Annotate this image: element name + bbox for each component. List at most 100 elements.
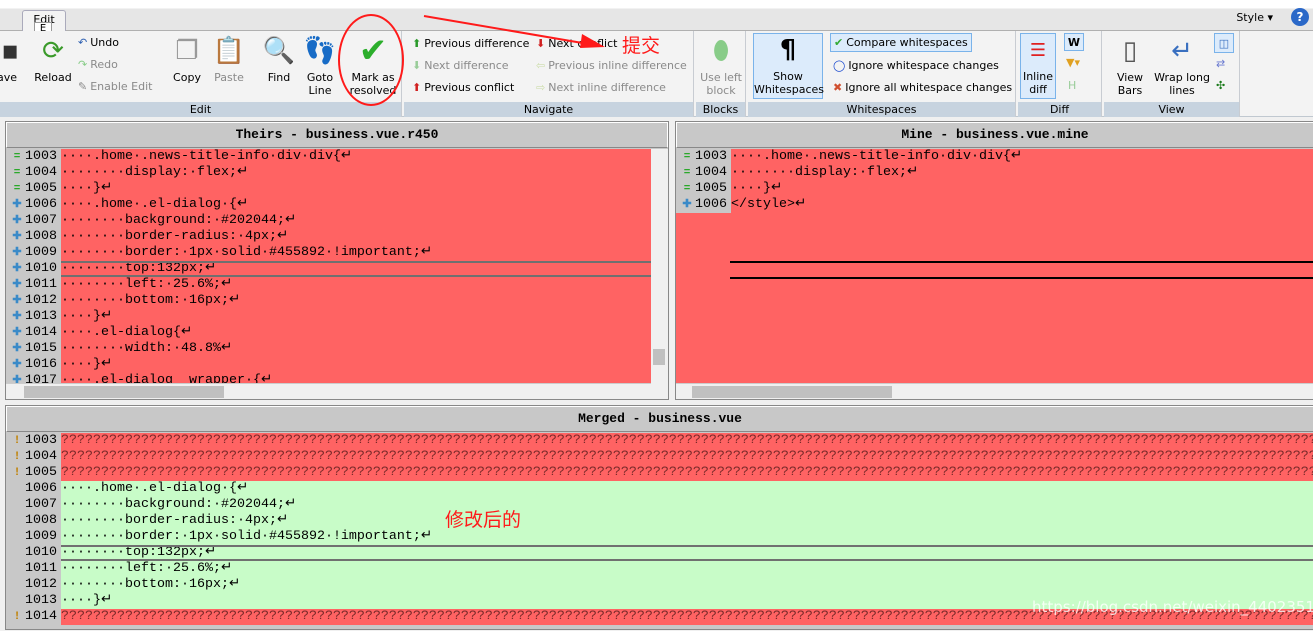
use-left-block-button[interactable]: ⬮ Use left block — [698, 35, 744, 98]
group-diff: ☰ Inline diff W ▼▾ H Diff — [1018, 31, 1102, 117]
previous-conflict-button[interactable]: ⬆ Previous conflict — [412, 81, 514, 94]
collapse-icon[interactable]: ✣ — [1216, 79, 1225, 92]
undo-button[interactable]: ↶ Undo — [78, 36, 119, 49]
code-line[interactable]: = 1005 ····}↵ — [676, 181, 1313, 197]
line-number: 1014 — [25, 325, 57, 340]
help-icon[interactable]: ? — [1291, 8, 1309, 26]
pencil-icon: ✎ — [78, 80, 88, 93]
split-view-icon[interactable]: ◫ — [1214, 33, 1234, 53]
annotation-arrow — [423, 15, 605, 48]
copy-button[interactable]: ❐ Copy — [168, 35, 206, 85]
line-text: ········border:·1px·solid·#455892·!impor… — [61, 529, 1313, 545]
code-line[interactable]: = 1003 ····.home·.news-title-info·div·div{… — [6, 149, 651, 165]
theirs-lines[interactable]: = 1003 ····.home·.news-title-info·div·div{… — [6, 149, 651, 383]
code-line[interactable]: = 1004 ········display:·flex;↵ — [676, 165, 1313, 181]
compare-label: Compare whitespaces — [846, 36, 968, 49]
code-line[interactable]: ✚ 1016 ····}↵ — [6, 357, 651, 373]
code-line[interactable]: ✚ 1008 ········border-radius:·4px;↵ — [6, 229, 651, 245]
line-text: ????????????????????????????????????????… — [61, 433, 1313, 449]
save-label: ave — [0, 71, 18, 84]
mine-horizontal-scrollbar[interactable] — [676, 383, 1313, 399]
goto-line-button[interactable]: 👣 Goto Line — [302, 35, 338, 98]
line-number: 1008 — [25, 513, 57, 528]
theirs-horizontal-scrollbar[interactable] — [6, 383, 651, 399]
view-bars-button[interactable]: ▯ View Bars — [1106, 35, 1154, 98]
code-line[interactable]: ! 1004???????????????????????????????????… — [6, 449, 1313, 465]
reload-label: Reload — [34, 71, 72, 84]
code-line[interactable]: ! 1005???????????????????????????????????… — [6, 465, 1313, 481]
compare-whitespaces-option[interactable]: ✔ Compare whitespaces — [830, 33, 972, 52]
ignore-whitespace-changes-option[interactable]: ◯ Ignore whitespace changes — [833, 59, 999, 72]
wrap-label: Wrap long lines — [1154, 71, 1210, 97]
code-line[interactable]: 1010 ········top:132px;↵ — [6, 545, 1313, 561]
ignore-all-whitespace-option[interactable]: ✖ Ignore all whitespace changes — [833, 81, 1012, 94]
line-text: ····}↵ — [731, 181, 1313, 197]
line-number: 1010 — [25, 261, 57, 276]
swap-icon[interactable]: ⇄ — [1216, 57, 1225, 70]
conflict-icon: ! — [13, 467, 21, 479]
redo-label: Redo — [90, 58, 118, 71]
mine-lines[interactable]: = 1003 ····.home·.news-title-info·div·div{… — [676, 149, 1313, 383]
code-line[interactable]: ✚ 1010 ········top:132px;↵ — [6, 261, 651, 277]
copy-label: Copy — [173, 71, 201, 84]
code-line[interactable]: = 1004 ········display:·flex;↵ — [6, 165, 651, 181]
paste-button[interactable]: 📋 Paste — [210, 35, 248, 85]
code-line[interactable]: 1011 ········left:·25.6%;↵ — [6, 561, 1313, 577]
line-text: ····.home·.news-title-info·div·div{↵ — [61, 149, 651, 165]
next-difference-button[interactable]: ⬇ Next difference — [412, 59, 509, 72]
style-menu[interactable]: Style ▾ — [1236, 11, 1273, 24]
code-line[interactable]: 1008 ········border-radius:·4px;↵ — [6, 513, 1313, 529]
code-line[interactable]: ✚ 1012 ········bottom:·16px;↵ — [6, 293, 651, 309]
wrap-long-lines-button[interactable]: ↵ Wrap long lines — [1154, 35, 1210, 98]
code-line[interactable]: ✚ 1013 ····}↵ — [6, 309, 651, 325]
enable-edit-label: Enable Edit — [90, 80, 153, 93]
code-line[interactable]: 1009 ········border:·1px·solid·#455892·!i… — [6, 529, 1313, 545]
line-gutter: ✚ 1017 — [6, 373, 61, 383]
next-inline-difference-button[interactable]: ⇨ Next inline difference — [536, 81, 666, 94]
ignore-all-label: Ignore all whitespace changes — [845, 81, 1013, 94]
line-gutter: 1009 — [6, 529, 61, 545]
show-whitespaces-button[interactable]: ¶ Show Whitespaces — [753, 33, 824, 99]
line-number: 1013 — [25, 309, 57, 324]
code-line[interactable]: 1007 ········background:·#202044;↵ — [6, 497, 1313, 513]
code-line[interactable]: 1012 ········bottom:·16px;↵ — [6, 577, 1313, 593]
code-line[interactable]: ✚ 1015 ········width:·48.8%↵ — [6, 341, 651, 357]
line-number: 1015 — [25, 341, 57, 356]
line-text: ········border-radius:·4px;↵ — [61, 513, 1313, 529]
code-line[interactable]: ! 1003???????????????????????????????????… — [6, 433, 1313, 449]
inline-diff-button[interactable]: ☰ Inline diff — [1020, 33, 1056, 99]
redo-button[interactable]: ↷ Redo — [78, 58, 118, 71]
line-gutter: 1013 — [6, 593, 61, 609]
line-gutter: ✚ 1011 — [6, 277, 61, 293]
find-button[interactable]: 🔍 Find — [262, 35, 296, 85]
word-diff-icon[interactable]: W — [1064, 33, 1084, 51]
strike-icon[interactable]: H — [1068, 79, 1076, 92]
prev-inline-label: Previous inline difference — [548, 59, 687, 72]
code-line[interactable]: ✚ 1014 ····.el-dialog{↵ — [6, 325, 651, 341]
code-line[interactable]: ✚ 1009 ········border:·1px·solid·#455892·!… — [6, 245, 651, 261]
line-text: </style>↵ — [731, 197, 1313, 213]
line-text: ····}↵ — [61, 309, 651, 325]
previous-inline-difference-button[interactable]: ⇦ Previous inline difference — [536, 59, 687, 72]
enable-edit-button[interactable]: ✎ Enable Edit — [78, 80, 153, 93]
plus-icon: ✚ — [12, 279, 22, 291]
plus-icon: ✚ — [12, 231, 22, 243]
code-line[interactable]: ✚ 1006 ····.home·.el-dialog·{↵ — [6, 197, 651, 213]
code-line[interactable]: 1006 ····.home·.el-dialog·{↵ — [6, 481, 1313, 497]
code-line[interactable]: ✚ 1011 ········left:·25.6%;↵ — [6, 277, 651, 293]
code-line[interactable]: ✚ 1006 </style>↵ — [676, 197, 1313, 213]
line-gutter: 1011 — [6, 561, 61, 577]
save-button[interactable]: ▪ ave — [0, 35, 20, 85]
code-line[interactable]: = 1003 ····.home·.news-title-info·div·div{… — [676, 149, 1313, 165]
line-gutter: = 1003 — [6, 149, 61, 165]
line-text: ········left:·25.6%;↵ — [61, 277, 651, 293]
theirs-vertical-scrollbar[interactable] — [651, 149, 668, 399]
line-text: ········border:·1px·solid·#455892·!impor… — [61, 245, 651, 261]
code-line[interactable]: = 1005 ····}↵ — [6, 181, 651, 197]
code-line[interactable]: ✚ 1007 ········background:·#202044;↵ — [6, 213, 651, 229]
code-line[interactable]: ✚ 1017 ····.el-dialog__wrapper·{↵ — [6, 373, 651, 383]
reload-button[interactable]: ⟳ Reload — [32, 35, 74, 85]
find-label: Find — [267, 71, 291, 84]
line-gutter: ✚ 1013 — [6, 309, 61, 325]
filter-icon[interactable]: ▼▾ — [1066, 56, 1080, 69]
